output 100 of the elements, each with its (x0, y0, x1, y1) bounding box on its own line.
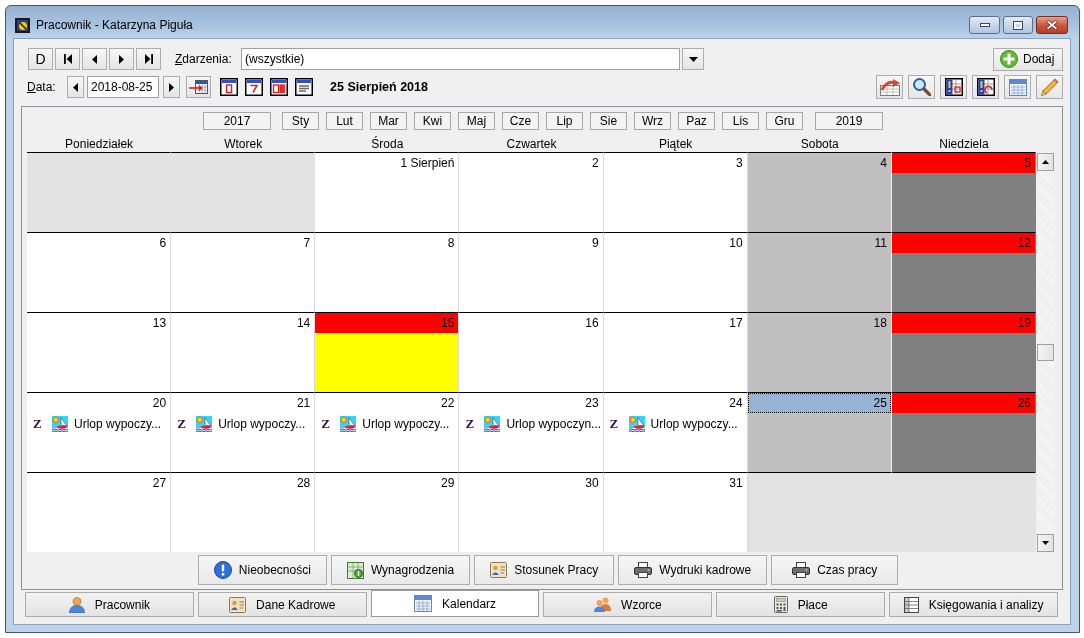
month-button[interactable]: Cze (502, 112, 539, 130)
maximize-button[interactable] (1003, 16, 1033, 34)
calendar-day[interactable]: 4 (747, 152, 892, 232)
dropdown-button[interactable] (682, 48, 704, 70)
date-field[interactable]: 2018-08-25 (87, 76, 159, 98)
calendar-day[interactable]: 20 Z Urlop wypoczy... (27, 392, 172, 472)
next-date-button[interactable] (163, 76, 180, 98)
event-title[interactable]: Urlop wypoczy... (362, 416, 450, 431)
month-button[interactable]: Lut (326, 112, 363, 130)
add-button[interactable]: Dodaj (993, 47, 1063, 71)
month-button[interactable]: Kwi (414, 112, 451, 130)
calendar-day[interactable]: 6 (27, 232, 172, 312)
calendar-day[interactable]: 19 (891, 312, 1036, 392)
action-button[interactable]: Nieobecności (197, 555, 327, 585)
scrollbar-thumb[interactable] (1037, 344, 1054, 361)
calendar-day[interactable]: 2 (459, 152, 604, 232)
calendar-day[interactable]: 15 (315, 312, 460, 392)
close-button[interactable] (1036, 16, 1068, 34)
events-filter-field[interactable]: (wszystkie) (241, 48, 680, 70)
tab[interactable]: Płace (716, 592, 886, 617)
action-button[interactable]: Czas pracy (771, 555, 899, 585)
weekday-header: Czwartek (506, 137, 557, 151)
printer-icon (792, 562, 811, 578)
calendar-day[interactable]: 28 (171, 472, 316, 552)
action-button[interactable]: Wydruki kadrowe (618, 555, 768, 585)
scroll-down-button[interactable] (1037, 534, 1054, 552)
month-button[interactable]: Wrz (634, 112, 671, 130)
calendar-jump-button[interactable] (186, 76, 211, 98)
calendar-list-icon[interactable] (295, 78, 313, 96)
tab[interactable]: Dane Kadrowe (197, 592, 367, 617)
previous-button[interactable] (82, 48, 107, 70)
last-button[interactable] (136, 48, 161, 70)
calendar-day[interactable]: 24 Z Urlop wypoczy... (603, 392, 748, 472)
previous-date-button[interactable] (67, 76, 84, 98)
calendar-day[interactable]: 18 (747, 312, 892, 392)
sailboat-icon (196, 415, 213, 432)
next-button[interactable] (109, 48, 134, 70)
event-title[interactable]: Urlop wypoczy... (218, 416, 306, 431)
calendar-day[interactable]: 5 (891, 152, 1036, 232)
calendar-day[interactable]: 25 (747, 392, 892, 472)
calendar-week-icon[interactable] (245, 78, 263, 96)
day-number: 14 (296, 316, 311, 330)
calendar-day[interactable]: 7 (171, 232, 316, 312)
month-button[interactable]: Mar (370, 112, 407, 130)
event-title[interactable]: Urlop wypoczy... (650, 416, 738, 431)
month-button[interactable]: Gru (766, 112, 803, 130)
calendar-day[interactable]: 8 (315, 232, 460, 312)
first-button[interactable] (55, 48, 80, 70)
tab[interactable]: Kalendarz (370, 590, 540, 617)
calendar-day[interactable]: 11 (747, 232, 892, 312)
event-title[interactable]: Urlop wypoczyn... (506, 416, 602, 431)
scroll-up-button[interactable] (1037, 153, 1054, 171)
calendar-day[interactable]: 30 (459, 472, 604, 552)
month-button[interactable]: Maj (458, 112, 495, 130)
calendar-day[interactable]: 21 Z Urlop wypoczy... (171, 392, 316, 472)
next-year-button[interactable]: 2019 (815, 112, 883, 130)
calculator-icon (773, 596, 788, 613)
day-number: 1 Sierpień (400, 156, 455, 170)
calendar-day[interactable]: 22 Z Urlop wypoczy... (315, 392, 460, 472)
calendar-day[interactable]: 9 (459, 232, 604, 312)
month-button[interactable]: Lis (722, 112, 759, 130)
calendar-day[interactable]: 17 (603, 312, 748, 392)
calendar-day[interactable]: 13 (27, 312, 172, 392)
calendar-day[interactable]: 27 (27, 472, 172, 552)
tab[interactable]: Pracownik (25, 592, 194, 617)
calendar-day[interactable]: 16 (459, 312, 604, 392)
alert-icon (213, 561, 232, 579)
calendar-day[interactable]: 23 Z Urlop wypoczyn... (459, 392, 604, 472)
calendar-day[interactable]: 26 (891, 392, 1036, 472)
day-number: 29 (441, 476, 455, 490)
calendar-day[interactable]: 14 (171, 312, 316, 392)
previous-year-button[interactable]: 2017 (203, 112, 271, 130)
day-number: 18 (873, 316, 887, 330)
event-marker: Z (321, 415, 330, 432)
calendar-month-icon[interactable] (270, 78, 288, 96)
calendar-day[interactable]: 10 (603, 232, 748, 312)
calendar-day[interactable]: 31 (603, 472, 748, 552)
minimize-button[interactable] (969, 16, 1000, 34)
tab[interactable]: Księgowania i analizy (889, 592, 1058, 617)
weekday-header: Wtorek (224, 137, 263, 151)
day-number: 13 (152, 316, 167, 330)
month-button[interactable]: Paz (678, 112, 715, 130)
calendar-day[interactable]: 12 (891, 232, 1036, 312)
vertical-scrollbar[interactable] (1037, 153, 1054, 552)
selected-date-caption: 25 Sierpień 2018 (330, 80, 428, 94)
sailboat-icon (484, 415, 501, 432)
month-button[interactable]: Sty (282, 112, 319, 130)
month-button[interactable]: Sie (590, 112, 627, 130)
tab[interactable]: Wzorce (543, 592, 713, 617)
calendar-day[interactable]: 1 Sierpień (315, 152, 460, 232)
calendar-day-icon[interactable] (220, 78, 238, 96)
action-button[interactable]: Stosunek Pracy (474, 555, 615, 585)
calendar-day[interactable]: 3 (603, 152, 748, 232)
action-button[interactable]: Wynagrodzenia (330, 555, 471, 585)
today-button[interactable]: D (28, 48, 53, 70)
calendar-day[interactable]: 29 (315, 472, 460, 552)
month-button[interactable]: Lip (546, 112, 583, 130)
event-title[interactable]: Urlop wypoczy... (74, 416, 162, 431)
day-number: 3 (736, 156, 743, 170)
triangle-up-icon (1042, 160, 1049, 164)
